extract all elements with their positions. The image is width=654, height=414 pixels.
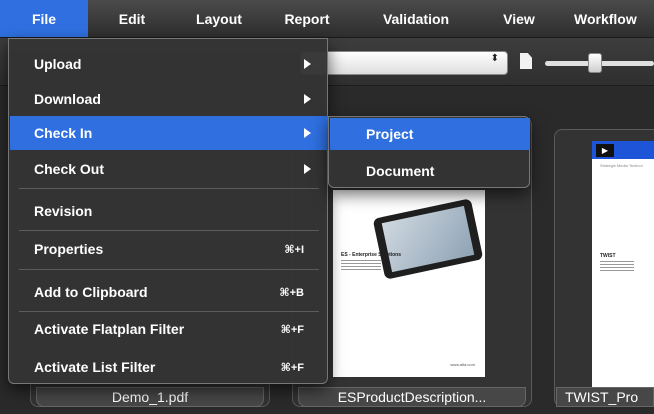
menu-bar: File Edit Layout Report Validation View …: [0, 0, 654, 38]
submenu-arrow-icon: [304, 164, 311, 174]
menu-item-check-in[interactable]: Check In: [10, 116, 328, 150]
menu-separator: [19, 269, 319, 270]
menu-validation[interactable]: Validation: [352, 0, 480, 37]
menu-separator: [19, 230, 319, 231]
shortcut-add-to-clipboard: ⌘+B: [279, 286, 304, 299]
shortcut-activate-list-filter: ⌘+F: [280, 361, 304, 374]
select-arrows-icon: ⬍: [490, 53, 499, 64]
menu-item-activate-list-filter[interactable]: Activate List Filter ⌘+F: [10, 350, 328, 384]
tablet-image: [372, 198, 484, 280]
twist-header-bar: ▶: [592, 141, 654, 159]
file-name-esproduct: ESProductDescription...: [298, 387, 526, 407]
shortcut-activate-flatplan-filter: ⌘+F: [280, 323, 304, 336]
menu-item-revision-label: Revision: [34, 203, 93, 219]
document-icon[interactable]: [520, 53, 532, 69]
menu-item-upload-label: Upload: [34, 56, 82, 72]
menu-file[interactable]: File: [0, 0, 88, 37]
menu-layout[interactable]: Layout: [176, 0, 262, 37]
es-thumbnail-lines: [341, 260, 381, 272]
menu-item-check-out[interactable]: Check Out: [10, 152, 328, 186]
twist-logo-icon: ▶: [596, 144, 614, 157]
twist-thumbnail-title: TWIST: [600, 253, 616, 259]
es-thumbnail-title: ES - Enterprise Solutions: [341, 252, 402, 258]
zoom-slider-handle[interactable]: [588, 53, 602, 73]
submenu-item-project-label: Project: [366, 126, 414, 142]
menu-item-add-to-clipboard-label: Add to Clipboard: [34, 284, 148, 300]
file-menu: Upload Download Check In Check Out Revis…: [8, 38, 328, 384]
menu-view[interactable]: View: [480, 0, 558, 37]
shortcut-properties: ⌘+I: [284, 243, 304, 256]
twist-tagline: Strategic Media Technol: [600, 163, 643, 168]
menu-workflow[interactable]: Workflow: [558, 0, 654, 37]
submenu-arrow-icon: [304, 94, 311, 104]
thumbnail-esproduct: ES - Enterprise Solutions www.alfa.com: [333, 190, 485, 377]
file-name-twist: TWIST_Pro: [556, 387, 654, 407]
menu-item-check-in-label: Check In: [34, 125, 93, 141]
menu-item-add-to-clipboard[interactable]: Add to Clipboard ⌘+B: [10, 275, 328, 309]
file-name-demo: Demo_1.pdf: [36, 387, 264, 407]
check-in-submenu: Project Document: [328, 116, 530, 188]
submenu-arrow-icon: [304, 128, 311, 138]
submenu-item-document[interactable]: Document: [330, 155, 530, 187]
menu-item-properties[interactable]: Properties ⌘+I: [10, 232, 328, 266]
twist-thumbnail-lines: [600, 261, 634, 271]
menu-item-check-out-label: Check Out: [34, 161, 105, 177]
menu-item-activate-flatplan-filter[interactable]: Activate Flatplan Filter ⌘+F: [10, 312, 328, 346]
menu-report[interactable]: Report: [262, 0, 352, 37]
submenu-arrow-icon: [304, 59, 311, 69]
menu-item-upload[interactable]: Upload: [10, 47, 328, 81]
view-select[interactable]: ⬍: [300, 51, 508, 75]
submenu-item-document-label: Document: [366, 163, 435, 179]
menu-separator: [19, 188, 319, 189]
thumbnail-twist: ▶ Strategic Media Technol TWIST: [592, 141, 654, 387]
menu-item-activate-list-filter-label: Activate List Filter: [34, 359, 156, 375]
menu-item-properties-label: Properties: [34, 241, 104, 257]
menu-item-download[interactable]: Download: [10, 82, 328, 116]
menu-item-revision[interactable]: Revision: [10, 194, 328, 228]
menu-edit[interactable]: Edit: [88, 0, 176, 37]
es-thumbnail-url: www.alfa.com: [450, 362, 475, 367]
menu-item-activate-flatplan-filter-label: Activate Flatplan Filter: [34, 321, 185, 337]
submenu-item-project[interactable]: Project: [330, 118, 530, 150]
menu-item-download-label: Download: [34, 91, 101, 107]
